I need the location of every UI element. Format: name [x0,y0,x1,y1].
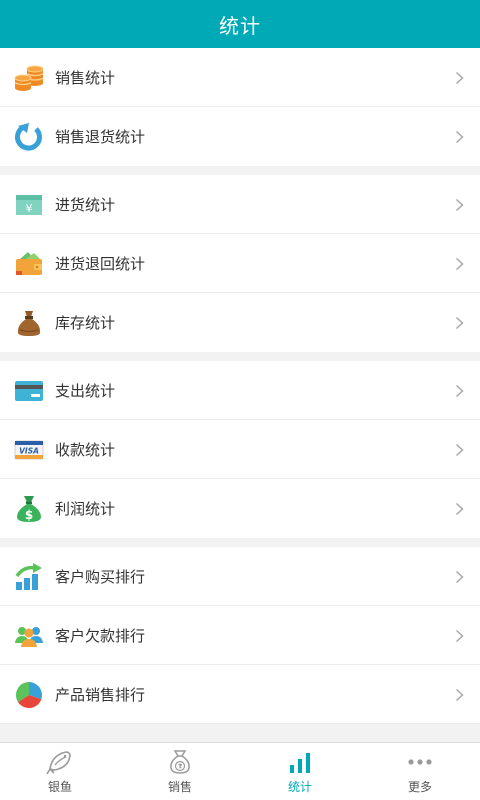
tab-yinyu[interactable]: 银鱼 [0,743,120,800]
chevron-right-icon [455,688,464,702]
menu-item-customer-debt-ranking[interactable]: 客户欠款排行 [0,606,480,665]
more-dots-icon [406,749,434,775]
menu-item-label: 收款统计 [55,440,116,459]
svg-text:VISA: VISA [19,447,39,456]
menu-item-label: 客户购买排行 [55,567,146,586]
statistics-menu: 销售统计 销售退货统计 ¥ 进货统计 进货退回统计 库存统计 支出统计 VISA… [0,48,480,742]
return-arrow-icon [14,122,44,152]
growth-chart-icon [14,562,44,592]
money-bag-outline-icon [166,749,194,775]
visa-card-icon: VISA [14,435,44,465]
users-icon [14,621,44,651]
chevron-right-icon [455,198,464,212]
menu-item-sales-stats[interactable]: 销售统计 [0,48,480,107]
menu-item-sales-return-stats[interactable]: 销售退货统计 [0,107,480,166]
menu-item-product-sales-ranking[interactable]: 产品销售排行 [0,665,480,724]
bar-chart-icon [286,749,314,775]
chevron-right-icon [455,443,464,457]
chevron-right-icon [455,384,464,398]
menu-item-receipt-stats[interactable]: VISA 收款统计 [0,420,480,479]
cash-yen-icon: ¥ [14,190,44,220]
coins-icon [14,63,44,93]
group-divider [0,352,480,361]
pie-chart-icon [14,680,44,710]
menu-group-ranking: 客户购买排行 客户欠款排行 产品销售排行 [0,547,480,724]
menu-item-label: 支出统计 [55,381,116,400]
wallet-icon [14,249,44,279]
menu-item-label: 销售统计 [55,68,116,87]
menu-group-purchase: ¥ 进货统计 进货退回统计 库存统计 [0,175,480,352]
app-screen: 统计 销售统计 销售退货统计 ¥ 进货统计 进货退回统计 库存统计 支出统计 V… [0,0,480,800]
group-divider [0,166,480,175]
card-icon [14,376,44,406]
menu-item-label: 库存统计 [55,314,116,332]
title-bar: 统计 [0,0,480,48]
menu-item-purchase-stats[interactable]: ¥ 进货统计 [0,175,480,234]
tab-label: 统计 [287,780,312,794]
page-title: 统计 [219,13,261,38]
tab-label: 银鱼 [47,780,72,794]
menu-item-label: 产品销售排行 [55,685,146,704]
tab-statistics[interactable]: 统计 [240,743,360,800]
menu-item-customer-purchase-ranking[interactable]: 客户购买排行 [0,547,480,606]
group-divider [0,538,480,547]
tab-sales[interactable]: 销售 [120,743,240,800]
chevron-right-icon [455,502,464,516]
chevron-right-icon [455,570,464,584]
menu-item-label: 进货退回统计 [55,254,146,273]
chevron-right-icon [455,257,464,271]
menu-group-finance: 支出统计 VISA 收款统计 $ 利润统计 [0,361,480,538]
menu-item-label: 销售退货统计 [55,128,146,146]
chevron-right-icon [455,130,464,144]
tab-label: 更多 [407,780,432,794]
money-bag-icon: $ [14,494,44,524]
menu-item-label: 进货统计 [55,195,116,214]
chevron-right-icon [455,316,464,330]
svg-text:$: $ [25,508,33,522]
chevron-right-icon [455,71,464,85]
chevron-right-icon [455,629,464,643]
sack-icon [14,308,44,338]
tab-label: 销售 [167,780,192,794]
menu-item-label: 利润统计 [55,500,116,518]
svg-text:¥: ¥ [26,202,33,215]
menu-item-profit-stats[interactable]: $ 利润统计 [0,479,480,538]
menu-item-label: 客户欠款排行 [55,626,146,645]
bottom-tab-bar: 银鱼 销售 统计 更多 [0,742,480,800]
tab-more[interactable]: 更多 [360,743,480,800]
fish-icon [46,749,74,775]
menu-group-sales: 销售统计 销售退货统计 [0,48,480,166]
menu-item-purchase-return-stats[interactable]: 进货退回统计 [0,234,480,293]
menu-item-inventory-stats[interactable]: 库存统计 [0,293,480,352]
menu-item-expense-stats[interactable]: 支出统计 [0,361,480,420]
